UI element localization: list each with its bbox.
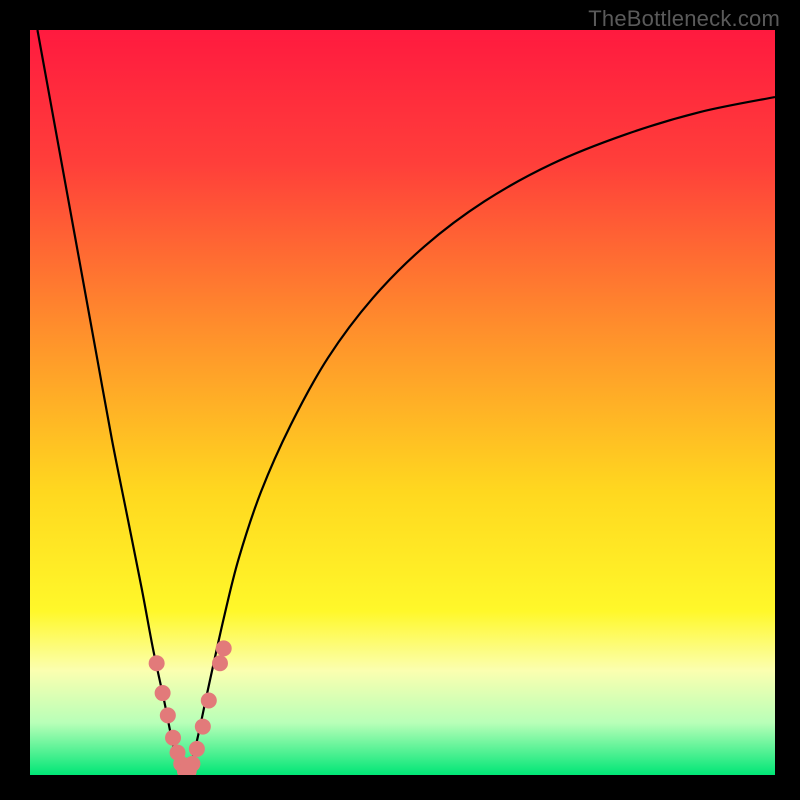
marker-dot bbox=[189, 741, 205, 757]
markers-layer bbox=[30, 30, 775, 775]
marker-dot bbox=[212, 655, 228, 671]
marker-dot bbox=[165, 730, 181, 746]
marker-dot bbox=[195, 719, 211, 735]
marker-dot bbox=[184, 756, 200, 772]
marker-dot bbox=[160, 707, 176, 723]
marker-dot bbox=[155, 685, 171, 701]
marker-dot bbox=[201, 693, 217, 709]
marker-dot bbox=[216, 640, 232, 656]
watermark-text: TheBottleneck.com bbox=[588, 6, 780, 32]
marker-dot bbox=[149, 655, 165, 671]
chart-plot-area bbox=[30, 30, 775, 775]
